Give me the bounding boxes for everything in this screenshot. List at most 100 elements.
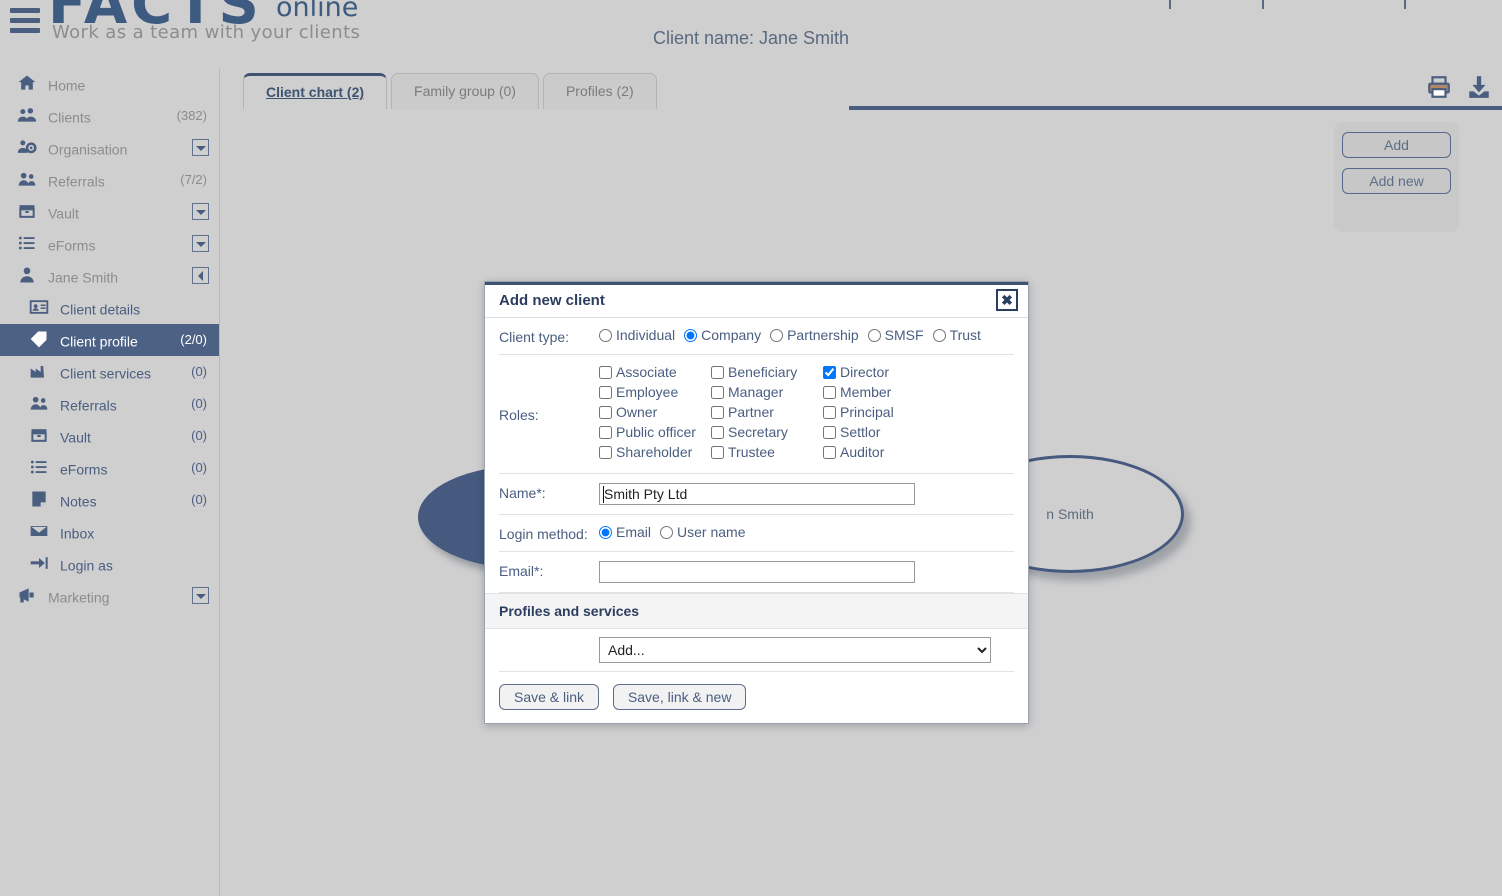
sidebar-item-home[interactable]: Home <box>0 68 219 100</box>
tab-profiles-2-[interactable]: Profiles (2) <box>542 73 657 109</box>
print-icon[interactable] <box>1426 74 1454 102</box>
save-and-link-button[interactable]: Save & link <box>499 684 600 710</box>
sidebar-item-jane-smith[interactable]: Jane Smith <box>0 260 219 292</box>
role-checkbox[interactable] <box>711 426 724 439</box>
tab-label: Profiles (2) <box>565 83 634 99</box>
user-icon <box>16 265 42 287</box>
sidebar-item-organisation[interactable]: Organisation <box>0 132 219 164</box>
login-method-row: Login method: Email User name <box>499 515 1014 552</box>
sidebar-item-notes[interactable]: Notes (0) <box>0 484 219 516</box>
add-new-button[interactable]: Add new <box>1342 168 1451 194</box>
sidebar-item-vault[interactable]: Vault <box>0 196 219 228</box>
profiles-services-heading: Profiles and services <box>485 593 1028 629</box>
role-option-beneficiary[interactable]: Beneficiary <box>711 364 823 380</box>
role-option-owner[interactable]: Owner <box>599 404 711 420</box>
tab-family-group-0-[interactable]: Family group (0) <box>391 73 539 109</box>
login-method-radio[interactable] <box>660 526 674 539</box>
sidebar-item-eforms[interactable]: eForms <box>0 228 219 260</box>
sidebar-item-label: Vault <box>48 205 79 222</box>
add-button[interactable]: Add <box>1342 132 1451 158</box>
client-type-option-individual[interactable]: Individual <box>599 327 675 343</box>
tab-client-chart-2-[interactable]: Client chart (2) <box>243 73 388 109</box>
tag-icon <box>28 329 54 351</box>
role-checkbox[interactable] <box>711 366 724 379</box>
client-type-radio[interactable] <box>770 329 784 342</box>
role-checkbox[interactable] <box>823 366 836 379</box>
role-option-label: Associate <box>616 364 677 380</box>
client-type-option-partnership[interactable]: Partnership <box>770 327 859 343</box>
role-checkbox[interactable] <box>711 446 724 459</box>
login-method-radio[interactable] <box>599 526 612 539</box>
logo-suffix: online <box>276 0 359 23</box>
sidebar-item-inbox[interactable]: Inbox <box>0 516 219 548</box>
name-input[interactable] <box>599 483 915 505</box>
client-type-option-label: SMSF <box>884 327 924 343</box>
login-method-option-user-name[interactable]: User name <box>660 524 745 540</box>
role-option-employee[interactable]: Employee <box>599 384 711 400</box>
role-option-director[interactable]: Director <box>823 364 935 380</box>
role-checkbox[interactable] <box>823 446 836 459</box>
sidebar-item-label: Client profile <box>60 333 138 350</box>
role-option-auditor[interactable]: Auditor <box>823 444 935 460</box>
save-link-and-new-button[interactable]: Save, link & new <box>612 684 747 710</box>
role-checkbox[interactable] <box>711 386 724 399</box>
role-checkbox[interactable] <box>711 406 724 419</box>
sidebar-item-clients[interactable]: Clients (382) <box>0 100 219 132</box>
hamburger-bar <box>10 18 40 23</box>
role-option-manager[interactable]: Manager <box>711 384 823 400</box>
sidebar-item-client-profile[interactable]: Client profile (2/0) <box>0 324 219 356</box>
role-checkbox[interactable] <box>823 426 836 439</box>
role-option-secretary[interactable]: Secretary <box>711 424 823 440</box>
sidebar-item-label: Home <box>48 77 86 94</box>
role-option-trustee[interactable]: Trustee <box>711 444 823 460</box>
chevron-down-icon[interactable] <box>192 203 209 220</box>
role-checkbox[interactable] <box>599 386 612 399</box>
role-checkbox[interactable] <box>599 446 612 459</box>
email-input[interactable] <box>599 561 915 583</box>
chevron-left-icon[interactable] <box>192 267 209 284</box>
role-checkbox[interactable] <box>599 366 612 379</box>
role-option-shareholder[interactable]: Shareholder <box>599 444 711 460</box>
add-profile-select[interactable]: Add... <box>599 637 991 663</box>
marketing-icon <box>16 585 42 607</box>
close-icon[interactable]: ✖ <box>996 289 1018 311</box>
chevron-down-icon[interactable] <box>192 587 209 604</box>
client-type-option-company[interactable]: Company <box>684 327 761 343</box>
sidebar-item-eforms[interactable]: eForms (0) <box>0 452 219 484</box>
client-type-option-smsf[interactable]: SMSF <box>867 327 924 343</box>
client-type-radio[interactable] <box>599 329 612 342</box>
role-option-associate[interactable]: Associate <box>599 364 711 380</box>
sidebar-item-count: (0) <box>191 396 207 411</box>
role-checkbox[interactable] <box>599 406 612 419</box>
chevron-down-icon[interactable] <box>192 235 209 252</box>
role-option-public-officer[interactable]: Public officer <box>599 424 711 440</box>
dialog-header: Add new client ✖ <box>485 282 1028 318</box>
sidebar-item-login-as[interactable]: Login as <box>0 548 219 580</box>
toolbar-actions <box>1418 74 1494 103</box>
client-type-option-label: Individual <box>616 327 676 343</box>
client-type-radio[interactable] <box>867 329 881 342</box>
sidebar-item-referrals[interactable]: Referrals (7/2) <box>0 164 219 196</box>
sidebar-item-vault[interactable]: Vault (0) <box>0 420 219 452</box>
client-type-option-trust[interactable]: Trust <box>932 327 981 343</box>
email-row: Email*: <box>499 552 1014 593</box>
sidebar-item-count: (0) <box>191 460 207 475</box>
role-checkbox[interactable] <box>599 426 612 439</box>
chevron-down-icon[interactable] <box>192 139 209 156</box>
client-type-radio[interactable] <box>932 329 946 342</box>
role-option-member[interactable]: Member <box>823 384 935 400</box>
sidebar-item-marketing[interactable]: Marketing <box>0 580 219 612</box>
sidebar-item-client-services[interactable]: Client services (0) <box>0 356 219 388</box>
role-option-settlor[interactable]: Settlor <box>823 424 935 440</box>
sidebar-item-referrals[interactable]: Referrals (0) <box>0 388 219 420</box>
download-icon[interactable] <box>1466 74 1494 102</box>
role-option-partner[interactable]: Partner <box>711 404 823 420</box>
client-type-radio[interactable] <box>684 329 698 342</box>
login-method-option-label: Email <box>616 524 652 540</box>
role-checkbox[interactable] <box>823 386 836 399</box>
role-checkbox[interactable] <box>823 406 836 419</box>
login-method-option-email[interactable]: Email <box>599 524 651 540</box>
sidebar-item-client-details[interactable]: Client details <box>0 292 219 324</box>
roles-row: Roles: Associate Employee Owner Public offi… <box>499 355 1014 474</box>
role-option-principal[interactable]: Principal <box>823 404 935 420</box>
